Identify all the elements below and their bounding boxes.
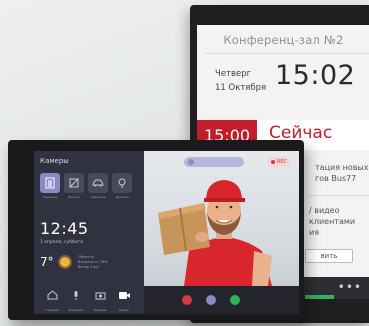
clock: 12:45 [40,219,89,238]
sun-icon [60,257,70,267]
courier-image [158,180,272,286]
answer-button[interactable] [230,295,240,305]
temperature: 7° [40,255,54,269]
intercom-panel: Камеры Подъезд Ворота Парковка Детская 1… [8,140,304,320]
divider [307,195,369,196]
mute-button[interactable] [206,295,216,305]
tile-entrance[interactable] [40,173,60,193]
audio-indicator [188,159,194,165]
video-camera-icon [118,291,130,299]
nav-label: Камеры [93,308,107,312]
weather-line: Ветер 3 м/с [78,265,100,269]
status-indicator [305,295,334,299]
event-description-line: клиентами [309,217,356,226]
nav-label: Домофон [68,308,84,312]
tile-label: Парковка [90,195,106,199]
more-menu-icon[interactable]: ••• [338,280,362,294]
recording-badge: REC [266,157,291,167]
nav-label: Видео [119,308,129,312]
recording-label: REC [276,159,287,165]
event-title: тация новых гов Bus77 [315,162,368,184]
nav-home[interactable] [44,288,60,302]
nav-label: Главная [45,308,59,312]
nav-cameras[interactable] [92,288,108,302]
nav-video[interactable] [116,288,132,302]
tile-label: Детская [115,195,129,199]
clock: 15:02 [275,60,356,91]
date: 1 апреля, суббота [40,240,83,245]
book-button[interactable]: вить [305,249,353,263]
home-icon [47,290,57,300]
date: 11 Октября [215,83,267,93]
hangup-button[interactable] [182,295,192,305]
microphone-icon [74,290,78,300]
event-description: / видео клиентами ия [309,205,355,238]
tile-label: Подъезд [43,195,57,199]
panel-title: Камеры [40,157,69,165]
intercom-screen: Камеры Подъезд Ворота Парковка Детская 1… [34,151,299,314]
event-description-line: ия [309,228,320,237]
weather-details: Облачно Влажность 76% Ветер 3 м/с [78,255,107,270]
left-panel: Камеры Подъезд Ворота Парковка Детская 1… [34,151,144,314]
camera-feed[interactable]: REC [144,151,299,286]
door-icon [45,177,55,189]
camera-icon [95,292,105,299]
record-icon [270,160,275,164]
room-title: Конференц-зал №2 [223,33,344,47]
event-title-line: гов Bus77 [315,174,357,183]
tile-parking[interactable] [88,173,108,193]
nav-intercom[interactable] [68,288,84,302]
tile-label: Ворота [68,195,80,199]
tile-playground[interactable] [112,173,132,193]
weekday: Четверг [215,69,252,79]
event-description-line: / видео [309,206,340,215]
playground-icon [118,178,126,188]
tile-gate[interactable] [64,173,84,193]
audio-level-bar[interactable] [184,157,244,167]
gate-icon [69,178,79,188]
divider [205,53,369,54]
call-controls [144,286,299,314]
event-title-line: тация новых [315,163,369,172]
car-icon [92,179,104,187]
